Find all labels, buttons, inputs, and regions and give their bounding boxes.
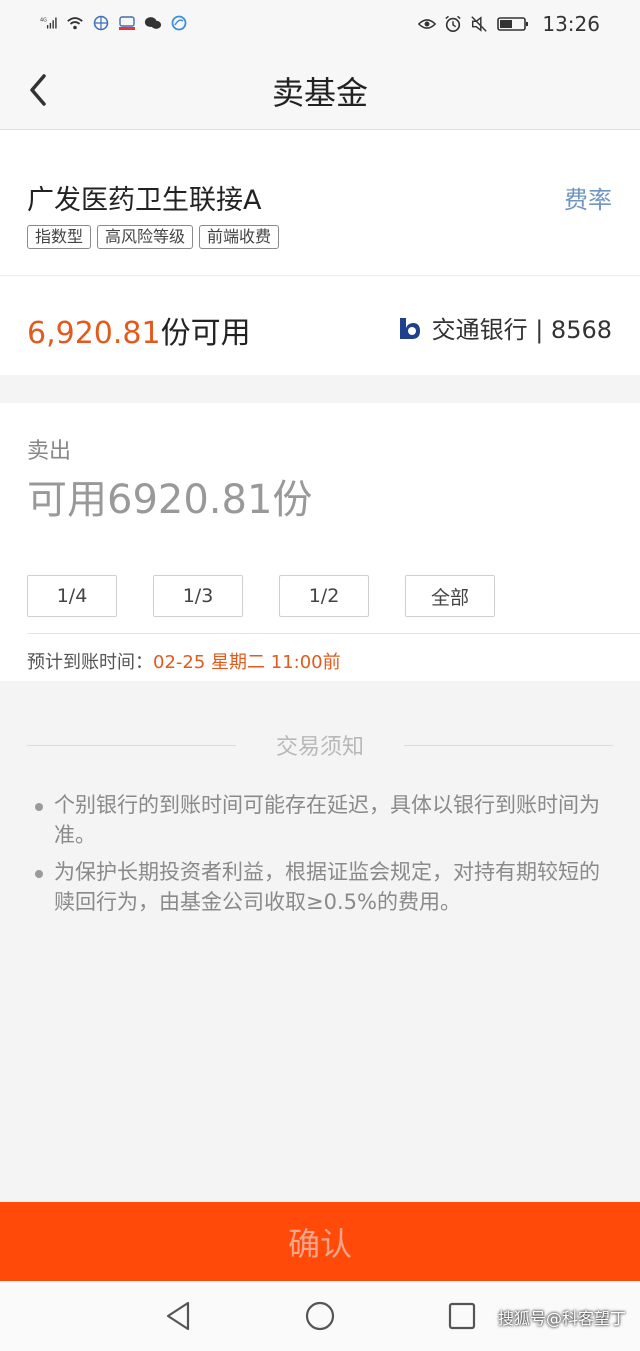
available-shares: 6,920.81份可用 xyxy=(27,308,251,352)
fund-info-card: 广发医药卫生联接A 费率 指数型 高风险等级 前端收费 xyxy=(0,130,640,275)
nav-recents-button[interactable] xyxy=(444,1298,480,1334)
square-recents-icon xyxy=(448,1302,476,1330)
balance-card: 6,920.81份可用 交通银行 | 8568 xyxy=(0,276,640,375)
app-taobao-icon xyxy=(118,14,136,32)
tag-fee-mode: 前端收费 xyxy=(199,225,280,249)
top-nav-bar: 卖基金 xyxy=(0,50,640,130)
sell-card: 卖出 1/4 1/3 1/2 全部 预计到账时间：02-25 星期二 11:00… xyxy=(0,403,640,681)
notice-list: 个别银行的到账时间可能存在延迟，具体以银行到账时间为准。 为保护长期投资者利益，… xyxy=(30,790,600,924)
third-button[interactable]: 1/3 xyxy=(153,575,243,617)
tag-risk-level: 高风险等级 xyxy=(97,225,194,249)
app-browser-icon xyxy=(170,14,188,32)
divider xyxy=(27,744,236,746)
all-button[interactable]: 全部 xyxy=(405,575,495,617)
sell-amount-input[interactable] xyxy=(27,477,607,523)
list-item: 为保护长期投资者利益，根据证监会规定，对持有期较短的赎回行为，由基金公司收取≥0… xyxy=(30,857,600,917)
tag-fund-type: 指数型 xyxy=(27,225,92,249)
nav-back-button[interactable] xyxy=(160,1298,196,1334)
mute-icon xyxy=(470,15,488,33)
nav-home-button[interactable] xyxy=(302,1298,338,1334)
confirm-button[interactable]: 确认 xyxy=(0,1202,640,1281)
battery-icon xyxy=(496,15,530,33)
network-type-label: 4G xyxy=(40,18,47,24)
circle-home-icon xyxy=(305,1301,335,1331)
app-globe-icon xyxy=(92,14,110,32)
status-bar: 4G 13:26 xyxy=(0,0,640,50)
arrival-label: 预计到账时间： xyxy=(27,652,153,673)
fraction-buttons: 1/4 1/3 1/2 全部 xyxy=(27,575,495,617)
bank-of-communications-logo-icon xyxy=(399,317,420,339)
system-nav-bar: 搜狐号@科客望丁 xyxy=(0,1281,640,1351)
available-shares-unit: 份可用 xyxy=(160,316,251,351)
fee-rate-link[interactable]: 费率 xyxy=(564,180,612,215)
eye-icon xyxy=(418,15,437,33)
notice-header: 交易须知 xyxy=(27,730,614,760)
notice-title: 交易须知 xyxy=(276,735,365,760)
half-button[interactable]: 1/2 xyxy=(279,575,369,617)
sell-label: 卖出 xyxy=(27,439,72,464)
divider xyxy=(404,744,614,746)
arrival-time: 02-25 星期二 11:00前 xyxy=(153,652,341,673)
quarter-button[interactable]: 1/4 xyxy=(27,575,117,617)
divider xyxy=(27,633,640,634)
arrival-estimate: 预计到账时间：02-25 星期二 11:00前 xyxy=(27,648,341,674)
alarm-icon xyxy=(444,15,462,33)
signal-icon: 4G xyxy=(40,14,58,32)
bank-account-label: 交通银行 | 8568 xyxy=(431,316,612,344)
wifi-icon xyxy=(66,14,84,32)
bank-account[interactable]: 交通银行 | 8568 xyxy=(396,310,612,345)
fund-name: 广发医药卫生联接A xyxy=(27,185,262,216)
page-title: 卖基金 xyxy=(271,74,368,112)
available-shares-amount: 6,920.81 xyxy=(27,316,161,351)
wechat-icon xyxy=(144,14,162,32)
clock-time: 13:26 xyxy=(542,12,600,36)
triangle-back-icon xyxy=(166,1301,190,1331)
fund-tags: 指数型 高风险等级 前端收费 xyxy=(27,225,280,249)
watermark-text: 搜狐号@科客望丁 xyxy=(497,1309,626,1328)
list-item: 个别银行的到账时间可能存在延迟，具体以银行到账时间为准。 xyxy=(30,790,600,850)
